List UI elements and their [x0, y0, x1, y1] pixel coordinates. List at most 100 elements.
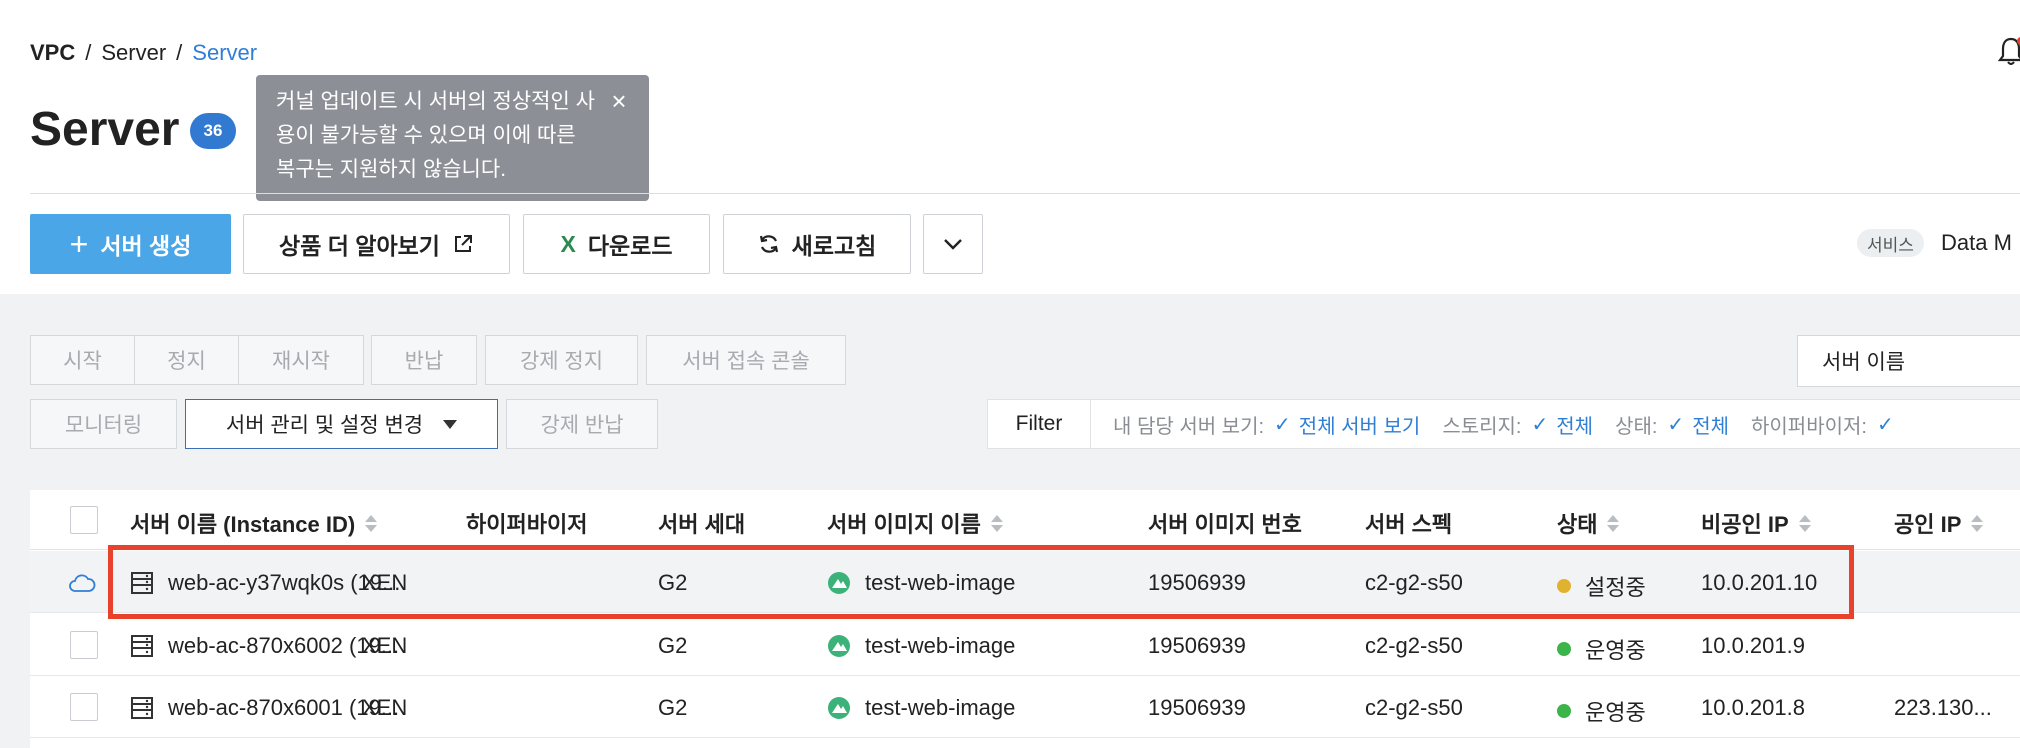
server-name-cell[interactable]: web-ac-870x6001 (19... [130, 695, 399, 721]
filter-value: 전체 [1692, 415, 1729, 438]
image-name: test-web-image [865, 695, 1016, 720]
sort-icon [1971, 514, 1984, 532]
filter-status[interactable]: 상태: ✓ 전체 [1615, 410, 1729, 439]
filter-my-servers[interactable]: 내 담당 서버 보기: ✓ 전체 서버 보기 [1113, 410, 1420, 439]
download-label: 다운로드 [587, 233, 673, 259]
service-text[interactable]: Data M [1941, 230, 2012, 256]
header-label: 서버 이름 (Instance ID) [130, 512, 356, 537]
image-name-cell: test-web-image [827, 695, 1015, 721]
server-table: 서버 이름 (Instance ID) 하이퍼바이저 서버 세대 서버 이미지 … [30, 490, 2020, 748]
breadcrumb: VPC / Server / Server [30, 40, 257, 66]
search-field-label: 서버 이름 [1822, 351, 1906, 374]
create-server-label: 서버 생성 [100, 233, 192, 259]
tooltip-text: 커널 업데이트 시 서버의 정상적인 사용이 불가능할 수 있으며 이에 따른 … [276, 90, 595, 181]
header-generation: 서버 세대 [658, 507, 745, 539]
table-header: 서버 이름 (Instance ID) 하이퍼바이저 서버 세대 서버 이미지 … [30, 490, 2020, 550]
row-checkbox[interactable] [70, 631, 98, 659]
header-label: 하이퍼바이저 [466, 512, 588, 537]
header-image-name[interactable]: 서버 이미지 이름 [827, 507, 1003, 539]
header-hypervisor: 하이퍼바이저 [466, 507, 587, 539]
filter-button[interactable]: Filter [988, 400, 1091, 448]
service-tag: 서비스 [1857, 229, 1924, 257]
hypervisor-cell: XEN [362, 695, 408, 720]
server-icon [131, 697, 153, 719]
start-button[interactable]: 시작 [30, 335, 135, 385]
breadcrumb-vpc[interactable]: VPC [30, 40, 75, 66]
header-status[interactable]: 상태 [1557, 507, 1620, 539]
header-private-ip[interactable]: 비공인 IP [1701, 507, 1811, 539]
page-title: Server [30, 103, 180, 156]
breadcrumb-separator: / [85, 40, 92, 65]
spec-cell: c2-g2-s50 [1365, 633, 1463, 658]
header-label: 비공인 IP [1701, 512, 1789, 537]
filter-value: 전체 [1556, 415, 1594, 438]
force-stop-button[interactable]: 강제 정지 [485, 335, 638, 385]
bell-icon[interactable] [1998, 36, 2020, 66]
header-public-ip[interactable]: 공인 IP [1894, 507, 1984, 539]
restart-button[interactable]: 재시작 [238, 335, 364, 385]
filter-label: 하이퍼바이저: [1751, 415, 1867, 438]
refresh-button[interactable]: 새로고침 [723, 214, 911, 274]
spec-cell: c2-g2-s50 [1365, 695, 1463, 720]
image-os-icon [828, 697, 850, 719]
header-divider [30, 193, 2020, 194]
filter-label: 상태: [1615, 415, 1658, 438]
more-options-button[interactable] [923, 214, 983, 274]
row-checkbox[interactable] [70, 693, 98, 721]
header-label: 서버 스펙 [1365, 512, 1453, 537]
check-icon: ✓ [1667, 413, 1685, 436]
header-label: 공인 IP [1894, 512, 1962, 537]
status-text: 운영중 [1585, 638, 1646, 663]
breadcrumb-current: Server [192, 40, 258, 65]
image-no-cell: 19506939 [1148, 633, 1246, 658]
header-name[interactable]: 서버 이름 (Instance ID) [130, 507, 378, 539]
stop-button[interactable]: 정지 [134, 335, 239, 385]
server-name-cell[interactable]: web-ac-870x6002 (19... [130, 633, 399, 659]
sort-icon [365, 514, 378, 532]
private-ip-cell: 10.0.201.9 [1701, 633, 1805, 658]
refresh-icon [759, 235, 778, 253]
sort-icon [1798, 514, 1811, 532]
breadcrumb-server[interactable]: Server [101, 40, 166, 66]
table-row[interactable]: web-ac-870x6002 (19... XEN G2 test-web-i… [30, 614, 2020, 676]
server-icon [131, 635, 153, 657]
image-name-cell: test-web-image [827, 633, 1015, 659]
header-label: 서버 이미지 번호 [1148, 512, 1302, 537]
filter-label: 내 담당 서버 보기: [1113, 415, 1265, 438]
chevron-down-icon [944, 239, 962, 250]
search-field-select[interactable]: 서버 이름 [1797, 335, 2020, 387]
filter-bar: Filter 내 담당 서버 보기: ✓ 전체 서버 보기 스토리지: ✓ 전체 상… [987, 399, 2020, 449]
excel-icon: X [560, 230, 576, 257]
check-icon: ✓ [1531, 413, 1549, 436]
generation-cell: G2 [658, 633, 688, 658]
image-os-icon [828, 635, 850, 657]
plus-icon: + [69, 226, 89, 262]
check-icon: ✓ [1274, 413, 1291, 436]
manage-settings-dropdown[interactable]: 서버 관리 및 설정 변경 [185, 399, 498, 449]
refresh-label: 새로고침 [791, 233, 877, 259]
console-button[interactable]: 서버 접속 콘솔 [646, 335, 846, 385]
download-button[interactable]: X 다운로드 [523, 214, 710, 274]
filter-value: 전체 서버 보기 [1298, 415, 1421, 438]
return-button[interactable]: 반납 [371, 335, 477, 385]
private-ip-cell: 10.0.201.8 [1701, 695, 1805, 720]
server-count-badge: 36 [190, 113, 236, 149]
select-all-checkbox[interactable] [70, 506, 98, 534]
status-dot-icon [1557, 704, 1571, 718]
table-row[interactable]: web-ac-870x6001 (19... XEN G2 test-web-i… [30, 676, 2020, 738]
status-dot-icon [1557, 642, 1571, 656]
image-name: test-web-image [865, 633, 1016, 658]
monitoring-button[interactable]: 모니터링 [30, 399, 177, 449]
filter-storage[interactable]: 스토리지: ✓ 전체 [1442, 410, 1593, 439]
learn-more-button[interactable]: 상품 더 알아보기 [243, 214, 510, 274]
manage-settings-label: 서버 관리 및 설정 변경 [225, 414, 424, 437]
generation-cell: G2 [658, 695, 688, 720]
filter-hypervisor[interactable]: 하이퍼바이저: ✓ [1751, 410, 1894, 439]
force-return-button[interactable]: 강제 반납 [506, 399, 658, 449]
kernel-update-tooltip: 커널 업데이트 시 서버의 정상적인 사용이 불가능할 수 있으며 이에 따른 … [256, 75, 649, 201]
external-link-icon [454, 235, 472, 252]
close-icon[interactable]: × [607, 88, 631, 114]
check-icon: ✓ [1876, 413, 1894, 436]
create-server-button[interactable]: + 서버 생성 [30, 214, 231, 274]
cloud-icon [69, 574, 96, 592]
